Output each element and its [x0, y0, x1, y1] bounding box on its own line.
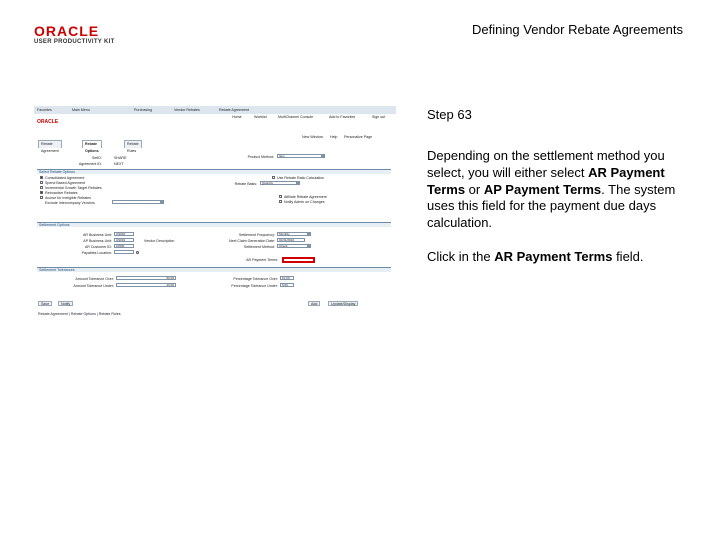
logo-brand: ORACLE: [34, 23, 100, 39]
link-new-window[interactable]: New Window: [302, 135, 323, 139]
nav-home[interactable]: Home: [232, 115, 242, 119]
logo-subtitle: USER PRODUCTIVITY KIT: [34, 39, 115, 45]
lookup-icon[interactable]: [136, 251, 139, 254]
nav-worklist[interactable]: Worklist: [254, 115, 267, 119]
ar-terms-label: AR Payment Terms:: [246, 258, 278, 262]
save-button[interactable]: Save: [38, 301, 53, 306]
tab-rebate-agreement[interactable]: Rebate Agreement: [38, 140, 62, 153]
add-button[interactable]: Add: [308, 301, 321, 306]
amt-under-field[interactable]: 10.00: [116, 283, 176, 287]
oracle-upk-logo: ORACLE USER PRODUCTIVITY KIT: [34, 24, 154, 48]
ar-customer-field[interactable]: 10500: [114, 244, 134, 248]
product-method-label: Product Method:: [247, 155, 274, 159]
instr-field-name: AR Payment Terms: [494, 249, 613, 264]
section-settlement-options: Settlement Options: [37, 222, 391, 227]
breadcrumb-vendor-rebates[interactable]: Vendor Rebates: [174, 108, 200, 112]
frequency-label: Settlement Frequency:: [238, 233, 275, 237]
affiliate-checkbox[interactable]: [279, 195, 282, 198]
pct-over-field[interactable]: 10.00: [280, 276, 294, 280]
spend-label: Spend Based Agreement: [45, 181, 85, 185]
breadcrumb-main-menu[interactable]: Main Menu: [72, 108, 90, 112]
ar-payment-terms-field[interactable]: [282, 257, 315, 263]
ar-bu-field[interactable]: US001: [114, 232, 134, 236]
desc-part-2: or: [465, 181, 484, 197]
frequency-select[interactable]: Monthly: [277, 232, 311, 236]
payables-field[interactable]: [114, 250, 134, 254]
notify-checkbox[interactable]: [279, 200, 282, 203]
consolidated-label: Consolidated Agreement: [45, 176, 85, 180]
pct-under-field[interactable]: 5.00: [280, 283, 294, 287]
breadcrumb-purchasing[interactable]: Purchasing: [134, 108, 152, 112]
app-oracle-logo: ORACLE: [37, 119, 59, 125]
link-personalize[interactable]: Personalize Page: [344, 135, 372, 139]
notify-button[interactable]: Notify: [58, 301, 74, 306]
update-display-button[interactable]: Update/Display: [328, 301, 359, 306]
payables-label: Payables Location:: [81, 251, 112, 255]
method-select[interactable]: Check: [277, 244, 311, 248]
retro-label: Retroactive Rebates: [45, 191, 78, 195]
section-tolerances: Settlement Tolerances: [37, 267, 391, 272]
step-instruction: Click in the AR Payment Terms field.: [427, 249, 692, 265]
pct-over-label: Percentage Tolerance Over:: [233, 277, 278, 281]
step-description: Depending on the settlement method you s…: [427, 148, 692, 232]
app-screenshot: Favorites Main Menu Purchasing Vendor Re…: [34, 106, 396, 318]
setid-value: SHARE: [114, 156, 127, 160]
product-method-select[interactable]: Item: [277, 154, 325, 158]
exclude-select[interactable]: [112, 200, 164, 204]
retro-checkbox[interactable]: [40, 191, 43, 194]
incremental-label: Incremental Growth Target Rebates: [45, 186, 102, 190]
accrue-checkbox[interactable]: [40, 196, 43, 199]
consolidated-checkbox[interactable]: [40, 176, 43, 179]
tab-rebate-rules[interactable]: Rebate Rules: [124, 140, 142, 153]
link-help[interactable]: Help: [330, 135, 337, 139]
step-label: Step 63: [427, 107, 472, 122]
instr-part-1: Click in the: [427, 249, 495, 264]
setid-label: SetID:: [92, 156, 102, 160]
slide-title: Defining Vendor Rebate Agreements: [471, 22, 683, 37]
breadcrumb-rebate-agreement[interactable]: Rebate Agreement: [219, 108, 249, 112]
breadcrumb-favorites[interactable]: Favorites: [37, 108, 52, 112]
notify-label: Notify Admin on Changes: [284, 200, 325, 204]
desc-ap-terms: AP Payment Terms: [483, 181, 602, 197]
next-claim-field[interactable]: 01/31/2010: [277, 238, 305, 242]
ar-customer-label: AR Customer ID:: [84, 245, 112, 249]
rebate-basis-label: Rebate Basis:: [234, 182, 257, 186]
affiliate-label: Affiliate Rebate Agreement: [284, 195, 327, 199]
ar-bu-label: AR Business Unit:: [83, 233, 112, 237]
rebate-basis-select[interactable]: Quantity: [260, 181, 300, 185]
agreement-label: Agreement ID:: [78, 162, 102, 166]
footer-links[interactable]: Rebate Agreement | Rebate Options | Reba…: [38, 312, 121, 316]
next-claim-label: Next Claim Generation Date:: [229, 239, 275, 243]
exclude-label: Exclude Intercompany Vendors: [45, 201, 95, 205]
amt-under-label: Amount Tolerance Under:: [73, 284, 114, 288]
accrue-label: Accrue for Ineligible Rebates: [45, 196, 91, 200]
section-rebate-options: Select Rebate Options: [37, 169, 391, 174]
amt-over-field[interactable]: 50.00: [116, 276, 176, 280]
agreement-value: NEXT: [114, 162, 124, 166]
nav-multichannel[interactable]: MultiChannel Console: [278, 115, 313, 119]
amt-over-label: Amount Tolerance Over:: [75, 277, 114, 281]
vendor-description: Vendor Description: [144, 239, 175, 243]
incremental-checkbox[interactable]: [40, 186, 43, 189]
nav-add-favorites[interactable]: Add to Favorites: [329, 115, 355, 119]
method-label: Settlement Method:: [243, 245, 275, 249]
ratio-label: Use Rebate Ratio Calculation: [277, 176, 325, 180]
tab-rebate-options[interactable]: Rebate Options: [82, 140, 102, 153]
pct-under-label: Percentage Tolerance Under:: [231, 284, 278, 288]
ratio-checkbox[interactable]: [272, 176, 275, 179]
nav-sign-out[interactable]: Sign out: [372, 115, 385, 119]
instr-part-2: field.: [612, 249, 644, 264]
ap-bu-field[interactable]: US001: [114, 238, 134, 242]
ap-bu-label: AP Business Unit:: [83, 239, 112, 243]
spend-checkbox[interactable]: [40, 181, 43, 184]
